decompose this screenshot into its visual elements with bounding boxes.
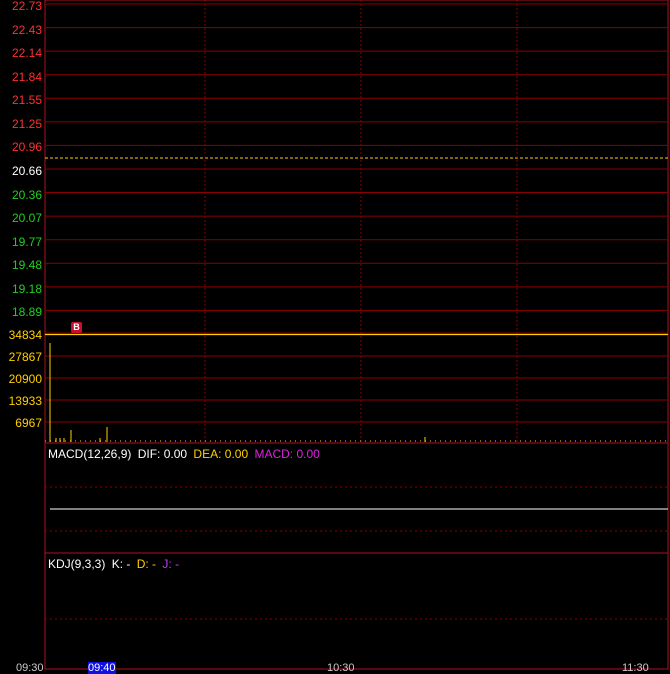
kdj-indicator-name[interactable]: KDJ(9,3,3) [48,557,105,571]
volume-tick-label: 6967 [15,416,42,430]
buy-marker-badge[interactable]: B [71,322,82,333]
volume-tick-label: 20900 [8,372,42,386]
price-tick-label: 21.25 [11,116,42,131]
kdj-k-value: K: - [111,557,131,571]
kdj-d-value: D: - [136,557,157,571]
price-tick-label: 20.07 [11,211,42,226]
x-tick-0940: 09:40 [88,662,116,674]
price-tick-label: 19.18 [11,281,42,296]
volume-tick-label: 34834 [8,328,42,342]
macd-dea-value: DEA: 0.00 [193,447,249,461]
macd-dif-value: DIF: 0.00 [137,447,188,461]
kdj-j-value: J: - [162,557,180,571]
price-tick-label: 21.84 [11,69,42,84]
volume-tick-label: 13933 [8,394,42,408]
price-tick-label: 19.48 [11,258,42,273]
price-tick-label: 22.73 [11,0,42,13]
price-tick-label: 18.89 [11,305,42,320]
macd-legend: MACD(12,26,9) DIF: 0.00 DEA: 0.00 MACD: … [48,447,323,461]
macd-histogram-value: MACD: 0.00 [254,447,320,461]
price-tick-label: 22.14 [11,46,42,61]
macd-indicator-name[interactable]: MACD(12,26,9) [48,447,131,461]
price-tick-label: 20.96 [11,140,42,155]
volume-tick-label: 27867 [8,350,42,364]
kdj-legend: KDJ(9,3,3) K: - D: - J: - [48,557,182,571]
x-tick-1030: 10:30 [327,662,355,674]
intraday-chart[interactable]: 22.73 22.43 22.14 21.84 21.55 21.25 20.96 20.66… [0,0,670,674]
price-tick-label: 20.66 [11,163,42,178]
price-tick-label: 19.77 [11,234,42,249]
x-tick-1130: 11:30 [622,662,649,674]
price-tick-label: 21.55 [11,93,42,108]
price-tick-label: 20.36 [11,187,42,202]
x-tick-0930: 09:30 [16,662,44,674]
price-tick-label: 22.43 [11,22,42,37]
